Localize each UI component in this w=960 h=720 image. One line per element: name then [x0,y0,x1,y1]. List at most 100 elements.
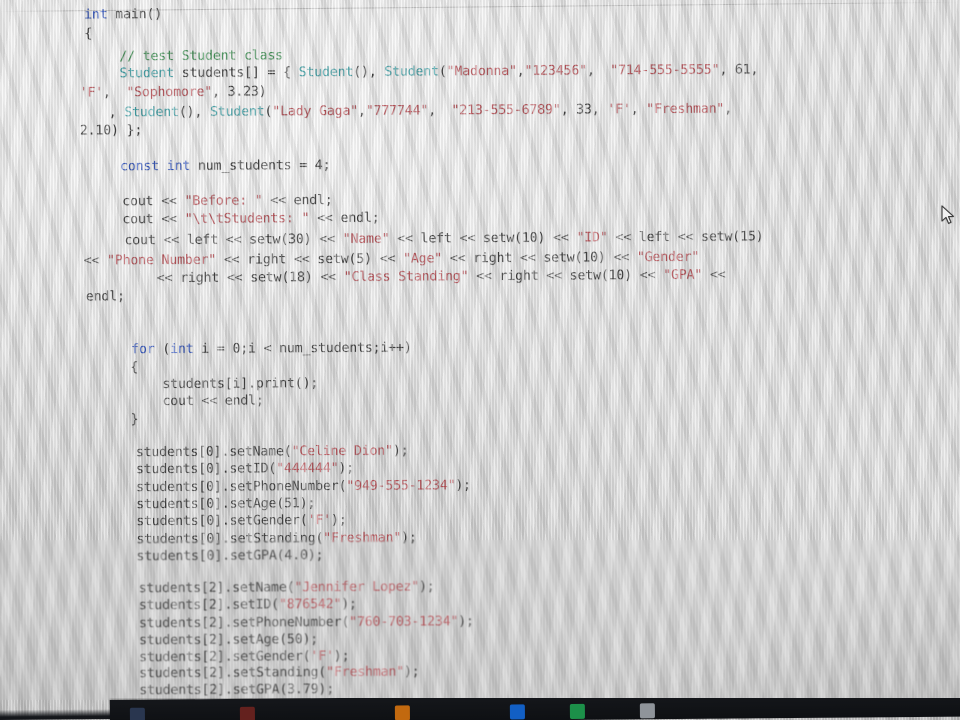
code-line[interactable]: 2.10) }; [80,123,142,138]
code-line[interactable]: { [84,26,92,41]
code-token-str: 'F' [79,85,103,101]
code-token-pl: (), [353,64,385,80]
code-token-cmt: // test Student class [119,48,283,65]
code-line[interactable]: 'F', "Sophomore", 3.23) [80,84,267,100]
code-token-op: << [320,269,336,286]
code-token-pl: 2.10) }; [79,123,143,139]
code-line[interactable]: students[0].setPhoneNumber("949-555-1234… [136,478,471,495]
code-token-str: 'F' [607,102,631,118]
code-token-str: "Class Standing" [343,269,469,285]
code-line[interactable]: students[0].setGender('F'); [136,513,346,529]
code-token-pl: , [724,101,733,117]
code-line[interactable]: students[2].setID("876542"); [139,597,357,613]
code-line[interactable]: students[0].setGPA(4.0); [136,548,323,564]
code-token-pl: left [412,231,460,247]
code-token-kw: int [84,7,108,23]
code-token-op: << [459,231,476,247]
code-token-pl: , 33, [560,102,608,118]
taskbar-icon-explorer[interactable] [129,707,145,720]
code-line[interactable]: students[2].setStanding("Freshman"); [139,664,420,681]
taskbar-icon-tray[interactable] [639,703,655,719]
code-line[interactable]: students[2].setName("Jennifer Lopez"); [139,579,435,596]
code-line[interactable]: students[2].setAge(50); [139,632,318,648]
code-token-op: << [293,252,310,268]
code-token-str: "123456" [524,63,587,79]
code-editor-surface[interactable]: int main() { // test Student class Student … [0,0,960,700]
code-token-pl: setw(30) [241,232,320,248]
code-token-pl: num_students = 4; [190,157,331,174]
code-line[interactable]: students[0].setAge(51); [136,496,315,512]
code-line[interactable]: students[2].setPhoneNumber("760-703-1234… [139,614,474,631]
code-token-pl: ); [330,512,347,528]
code-line[interactable]: } [131,412,139,427]
code-token-pl: endl; [332,210,380,226]
taskbar-strip[interactable] [109,698,960,720]
code-token-type: Student [209,104,265,120]
taskbar-icon-terminal[interactable] [569,703,585,719]
code-line[interactable]: students[i].print(); [162,376,318,392]
code-line[interactable]: Student students[] = { Student(), Studen… [119,62,758,81]
code-token-pl: ); [455,478,472,494]
code-line[interactable]: , Student(), Student("Lady Gaga","777744… [109,102,732,121]
os-taskbar[interactable] [0,698,960,720]
taskbar-icon-editor[interactable] [394,705,410,720]
code-token-pl: , [102,85,127,101]
code-token-pl: ); [418,579,435,595]
code-line[interactable]: cout << "Before: " << endl; [122,193,332,209]
code-token-pl: setw(10) [475,230,554,247]
code-token-pl: left [178,232,226,248]
code-token-str: "\t\tStudents: " [184,211,310,227]
taskbar-icon-media[interactable] [239,706,255,720]
code-token-pl: students[2].setGPA(3.79); [139,681,335,699]
code-line[interactable]: int main() [84,7,162,22]
code-token-str: "Sophomore" [126,84,213,101]
code-token-pl: ); [338,460,355,476]
code-line[interactable]: for (int i = 0;i < num_students;i++) [131,340,412,357]
code-token-str: "876542" [278,596,342,613]
code-token-op: << [156,270,173,287]
code-token-pl: endl; [285,192,333,209]
code-token-str: "777744" [365,103,429,119]
code-token-str: "Gender" [636,249,700,266]
code-token-pl: right [465,250,520,267]
code-token-pl: students[0].setGPA(4.0); [136,548,324,565]
code-token-op: << [317,210,333,227]
code-line[interactable]: students[0].setName("Celine Dion"); [136,444,409,461]
code-line[interactable]: cout << left << setw(30) << "Name" << le… [124,229,763,248]
taskbar-edge-shadow [0,708,118,720]
code-line[interactable]: // test Student class [119,48,283,64]
code-token-pl: students[2].setName( [138,580,295,597]
code-token-op: << [163,232,180,249]
code-token-op: << [223,252,240,268]
code-line[interactable]: { [130,360,138,375]
code-line[interactable]: << right << setw(18) << "Class Standing"… [157,268,726,286]
taskbar-icon-browser[interactable] [509,704,525,720]
code-line[interactable]: students[2].setGPA(3.79); [139,682,334,698]
code-token-op: << [161,211,177,228]
code-token-op: << [226,270,243,286]
code-line[interactable]: cout << endl; [162,393,263,409]
code-line[interactable]: students[0].setID("444444"); [136,461,354,477]
code-line[interactable]: const int num_students = 4; [120,158,330,174]
code-token-pl: { [130,360,139,376]
code-line[interactable]: endl; [86,289,125,304]
code-token-pl: students[0].setName( [135,444,292,461]
code-token-pl: , 61, [719,62,759,78]
code-token-pl: students[] = { [173,65,299,81]
code-line[interactable]: students[0].setStanding("Freshman"); [136,530,417,547]
code-token-op: << [519,250,536,266]
code-line[interactable]: cout << "\t\tStudents: " << endl; [122,211,379,228]
code-line[interactable]: << "Phone Number" << right << setw(5) <<… [84,250,700,269]
code-token-pl: setw(15) [693,229,764,245]
code-token-op: << [476,269,492,285]
code-token-pl: , 3.23) [211,84,267,100]
code-token-pl: setw(10) [535,250,614,266]
code-token-str: "949-555-1234" [346,478,456,494]
code-token-op: << [379,251,396,267]
code-line[interactable]: students[2].setGender('F'); [139,649,349,665]
